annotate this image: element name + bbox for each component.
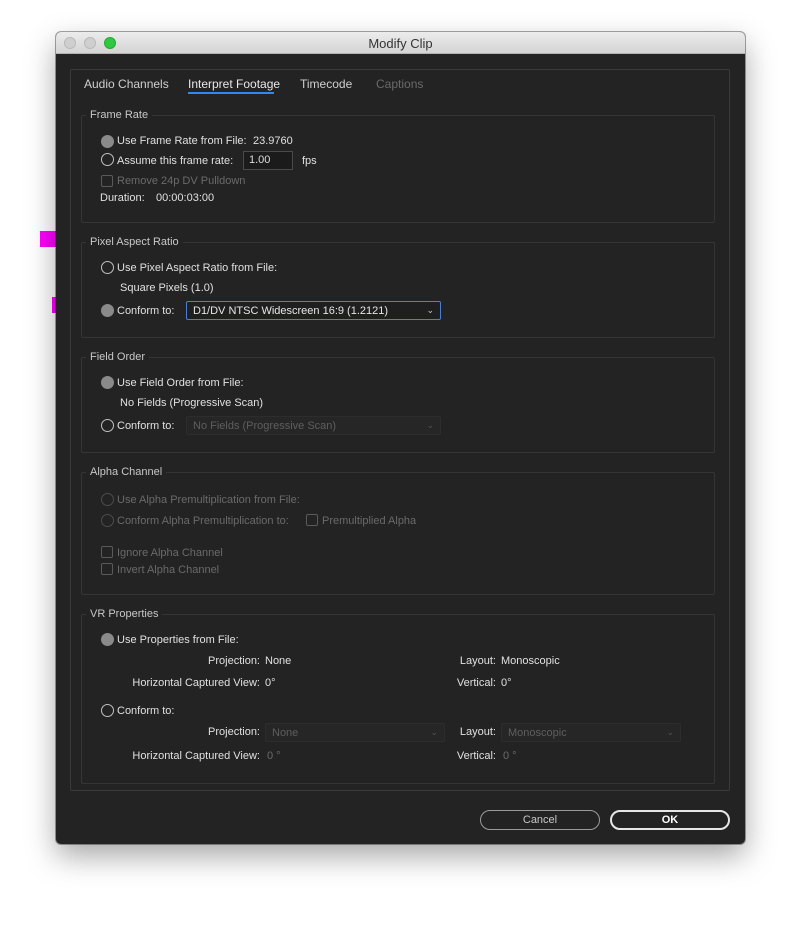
alpha-conform-radio	[101, 514, 114, 527]
vr-layout-select: Monoscopic ⌄	[501, 723, 681, 742]
frame-rate-from-file-radio[interactable]	[101, 135, 114, 148]
chevron-down-icon: ⌄	[426, 420, 434, 430]
vr-conform-layout-label: Layout:	[459, 726, 496, 738]
remove-pulldown-checkbox	[101, 175, 113, 187]
vr-conform-radio[interactable]	[101, 704, 114, 717]
duration-label: Duration:	[100, 192, 145, 204]
tab-timecode[interactable]: Timecode	[300, 77, 352, 91]
field-order-title: Field Order	[86, 351, 150, 363]
alpha-from-file-label: Use Alpha Premultiplication from File:	[117, 494, 300, 506]
invert-alpha-label: Invert Alpha Channel	[117, 564, 220, 576]
alpha-conform-label: Conform Alpha Premultiplication to:	[117, 515, 289, 527]
alpha-channel-title: Alpha Channel	[86, 466, 167, 478]
vr-conform-hcv-label: Horizontal Captured View:	[132, 750, 260, 762]
frame-rate-title: Frame Rate	[86, 109, 153, 121]
remove-pulldown-label: Remove 24p DV Pulldown	[117, 175, 246, 187]
vr-conform-label: Conform to:	[117, 705, 175, 717]
field-order-from-file-label: Use Field Order from File:	[117, 377, 244, 389]
ok-button[interactable]: OK	[610, 810, 730, 830]
pixel-aspect-file-value: Square Pixels (1.0)	[120, 282, 214, 294]
pixel-aspect-title: Pixel Aspect Ratio	[86, 236, 183, 248]
ignore-alpha-label: Ignore Alpha Channel	[117, 547, 223, 559]
pixel-aspect-select-value: D1/DV NTSC Widescreen 16:9 (1.2121)	[193, 305, 389, 317]
frame-rate-from-file-label: Use Frame Rate from File:	[117, 135, 247, 147]
frame-rate-file-value: 23.9760	[253, 135, 293, 147]
vr-conform-hcv-value: 0 °	[267, 750, 281, 762]
invert-alpha-checkbox	[101, 563, 113, 575]
pixel-aspect-select[interactable]: D1/DV NTSC Widescreen 16:9 (1.2121) ⌄	[186, 301, 441, 320]
frame-rate-input[interactable]: 1.00	[243, 151, 293, 170]
vr-hcv-label: Horizontal Captured View:	[132, 677, 260, 689]
premultiplied-alpha-checkbox	[306, 514, 318, 526]
vr-layout-select-value: Monoscopic	[508, 727, 567, 739]
fps-label: fps	[302, 155, 317, 167]
assume-frame-rate-radio[interactable]	[101, 153, 114, 166]
field-order-select: No Fields (Progressive Scan) ⌄	[186, 416, 441, 435]
field-order-select-value: No Fields (Progressive Scan)	[193, 420, 337, 432]
chevron-down-icon: ⌄	[426, 305, 434, 315]
vr-conform-vertical-value: 0 °	[503, 750, 517, 762]
tab-captions: Captions	[376, 77, 424, 91]
frame-rate-group	[81, 115, 715, 223]
field-order-file-value: No Fields (Progressive Scan)	[120, 397, 264, 409]
active-tab-indicator	[188, 92, 274, 94]
field-order-from-file-radio[interactable]	[101, 376, 114, 389]
window-title: Modify Clip	[368, 36, 433, 51]
alpha-from-file-radio	[101, 493, 114, 506]
pixel-aspect-conform-label: Conform to:	[117, 305, 175, 317]
vr-projection-select-value: None	[272, 727, 299, 739]
chevron-down-icon: ⌄	[666, 727, 674, 737]
assume-frame-rate-label: Assume this frame rate:	[117, 155, 234, 167]
vr-projection-label: Projection:	[208, 655, 260, 667]
tab-audio-channels[interactable]: Audio Channels	[84, 77, 169, 91]
vr-projection-value: None	[265, 655, 292, 667]
premultiplied-alpha-label: Premultiplied Alpha	[322, 515, 417, 527]
cancel-button[interactable]: Cancel	[480, 810, 600, 830]
vr-conform-vertical-label: Vertical:	[456, 750, 496, 762]
vr-vertical-value: 0°	[501, 677, 512, 689]
tab-interpret-footage[interactable]: Interpret Footage	[188, 77, 280, 91]
vr-properties-title: VR Properties	[86, 608, 163, 620]
vr-layout-label: Layout:	[459, 655, 496, 667]
vr-layout-value: Monoscopic	[501, 655, 560, 667]
vr-from-file-label: Use Properties from File:	[117, 634, 239, 646]
vr-from-file-radio[interactable]	[101, 633, 114, 646]
pixel-aspect-from-file-label: Use Pixel Aspect Ratio from File:	[117, 262, 278, 274]
title-bar: Modify Clip	[56, 32, 745, 54]
vr-vertical-label: Vertical:	[456, 677, 496, 689]
vr-hcv-value: 0°	[265, 677, 276, 689]
alpha-channel-group	[81, 472, 715, 595]
modify-clip-dialog: Modify Clip Audio Channels Interpret Foo…	[56, 32, 745, 844]
pixel-aspect-from-file-radio[interactable]	[101, 261, 114, 274]
duration-value: 00:00:03:00	[156, 192, 215, 204]
vr-conform-projection-label: Projection:	[208, 726, 260, 738]
pixel-aspect-conform-radio[interactable]	[101, 304, 114, 317]
field-order-conform-radio[interactable]	[101, 419, 114, 432]
ignore-alpha-checkbox	[101, 546, 113, 558]
field-order-conform-label: Conform to:	[117, 420, 175, 432]
